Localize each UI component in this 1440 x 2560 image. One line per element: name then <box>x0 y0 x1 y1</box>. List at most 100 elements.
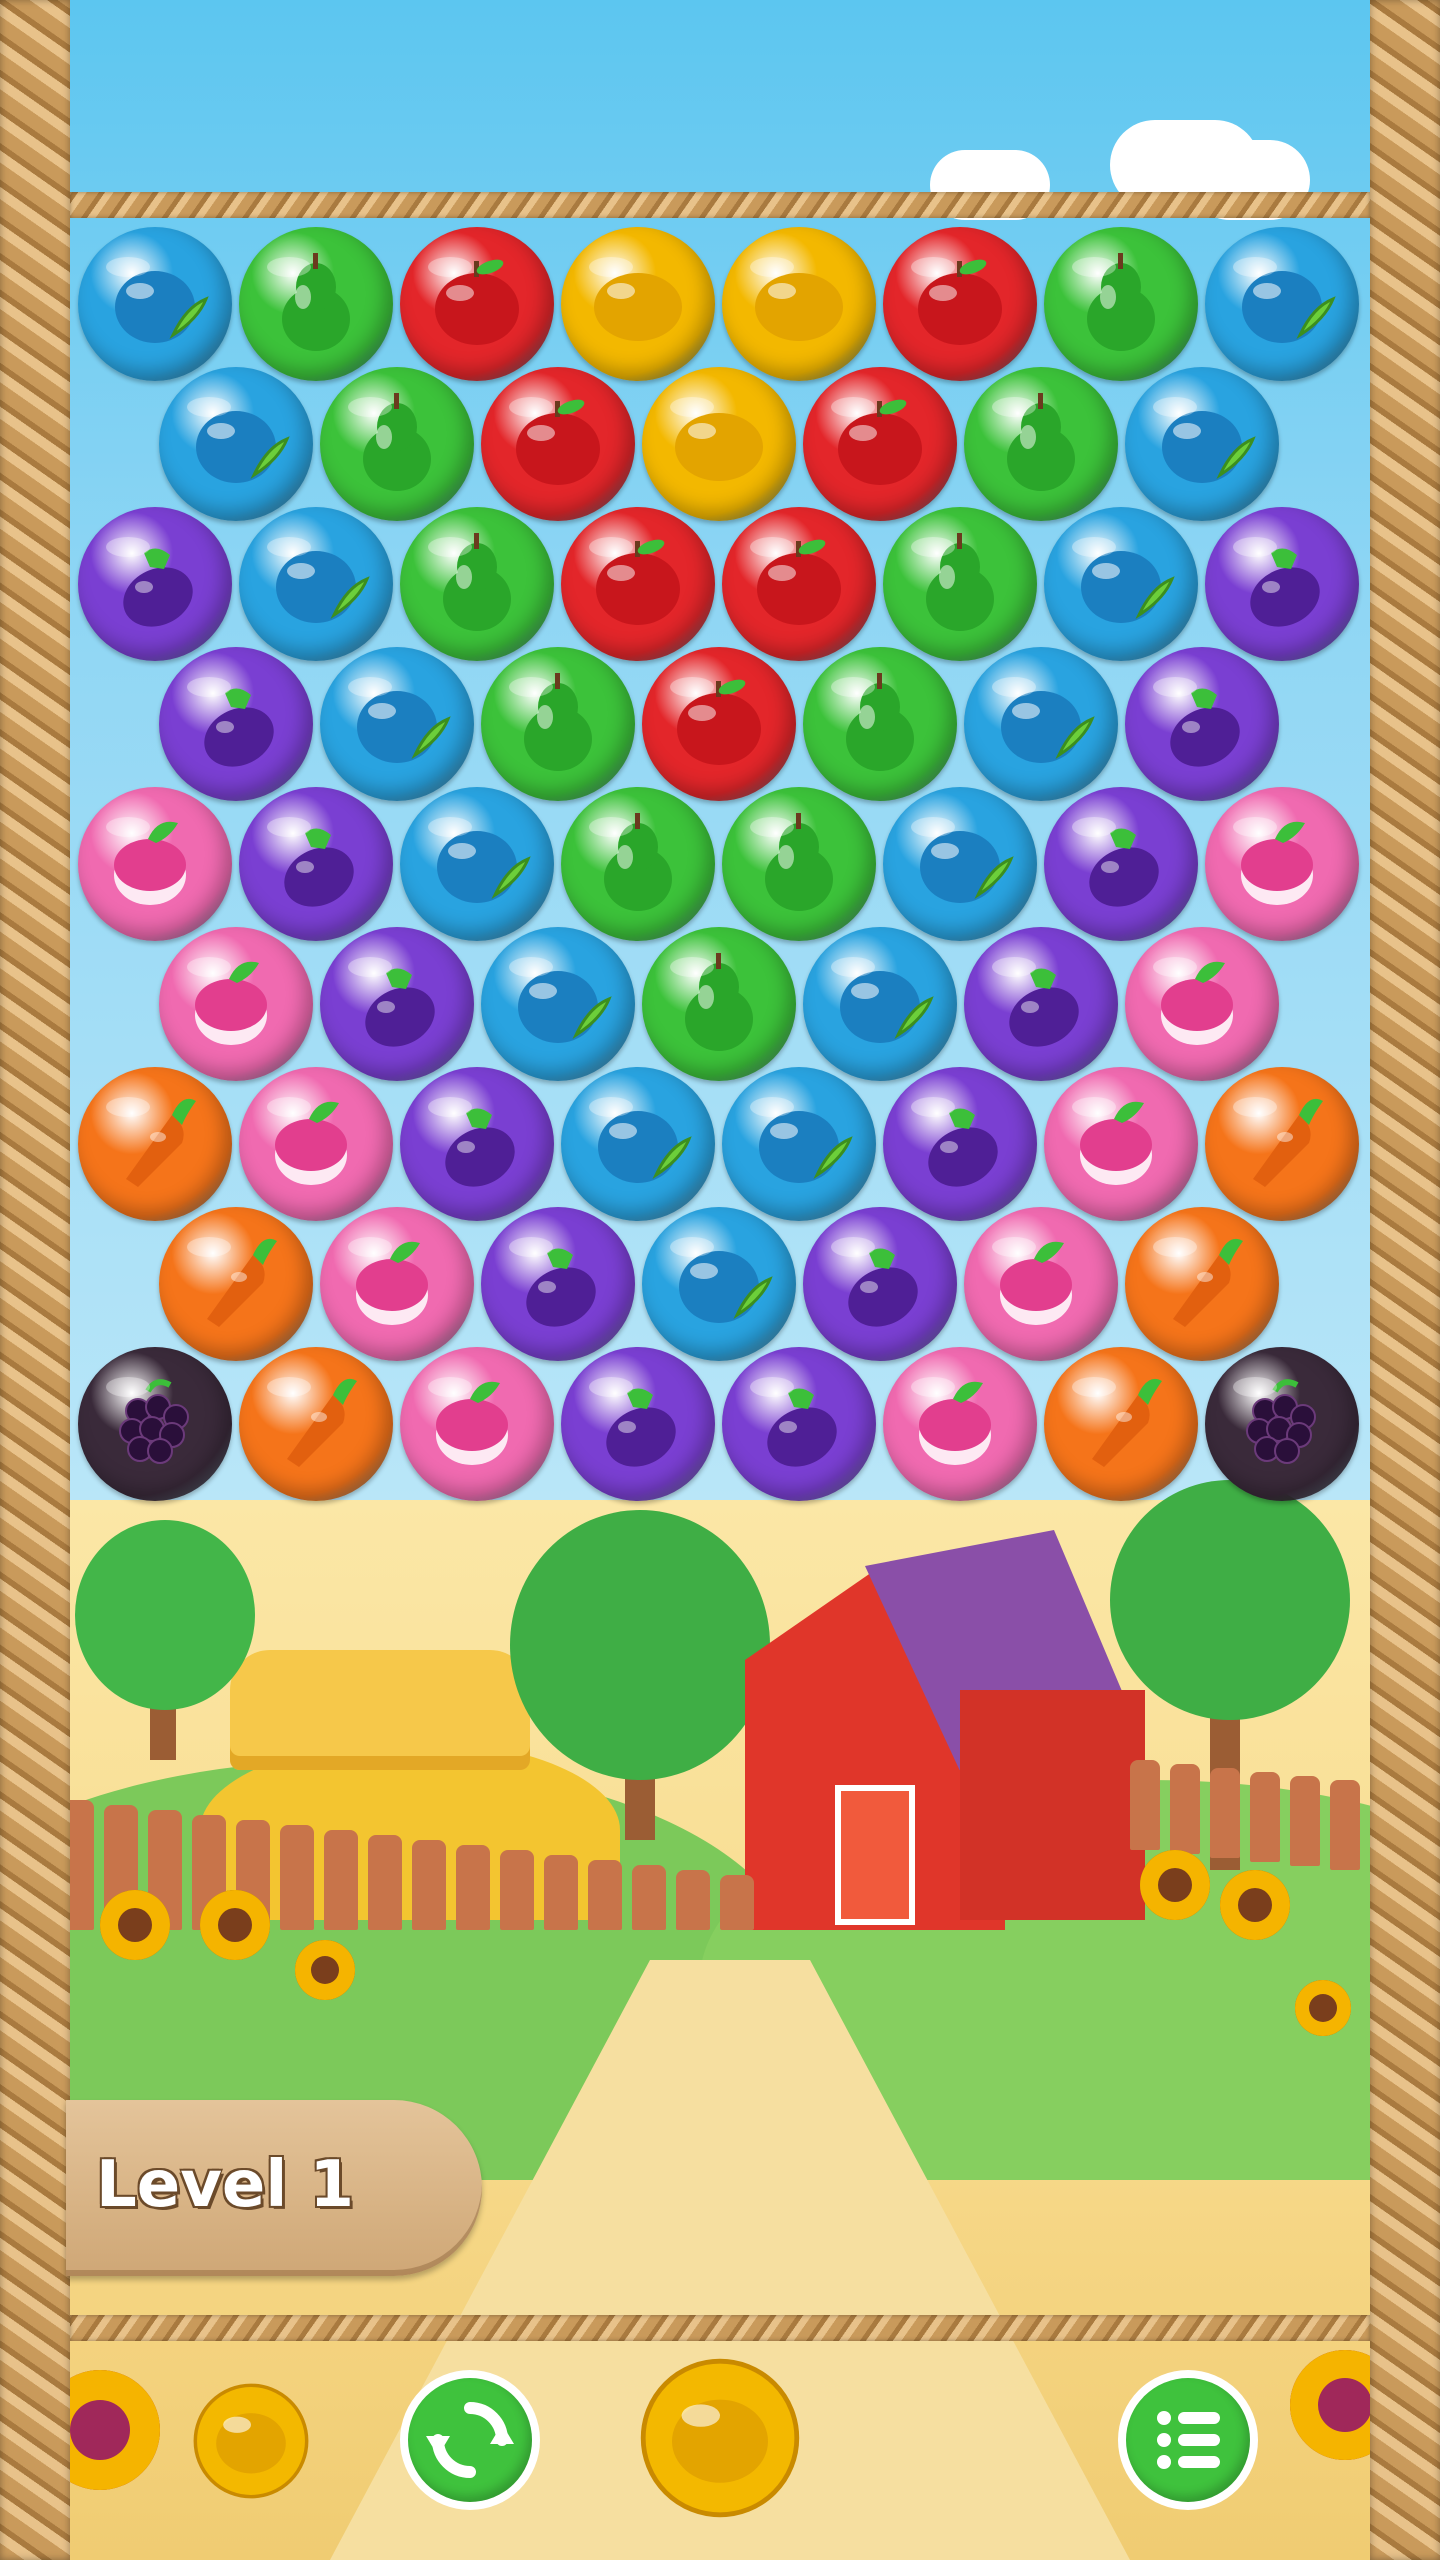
bubble <box>400 1347 554 1501</box>
pear-icon <box>347 393 431 491</box>
radish-icon <box>1233 817 1313 905</box>
bubble <box>158 367 313 521</box>
radish-icon <box>911 1377 991 1465</box>
fence <box>60 1800 800 1930</box>
lemon-icon <box>750 257 843 341</box>
apple-tree <box>1110 1480 1350 1720</box>
sunflower <box>1220 1870 1290 1940</box>
bubble <box>963 927 1118 1081</box>
bubble <box>480 647 635 801</box>
eggplant-icon <box>508 1237 596 1327</box>
lemon-icon <box>640 2358 800 2518</box>
blueberry-icon <box>991 677 1095 763</box>
bubble <box>319 367 474 521</box>
bubble <box>963 1207 1118 1361</box>
blueberry-icon <box>669 1237 773 1323</box>
pear-icon <box>589 813 672 911</box>
bubble <box>480 1207 635 1361</box>
radish-icon <box>1072 1097 1152 1185</box>
blueberry-icon <box>106 257 209 343</box>
blueberry-icon <box>508 957 612 1043</box>
carrot-icon <box>1233 1097 1323 1187</box>
bubble <box>802 927 957 1081</box>
next-bubble[interactable] <box>193 2383 309 2499</box>
eggplant-icon <box>830 1237 918 1327</box>
bubble <box>1205 507 1359 661</box>
bubble <box>1124 647 1279 801</box>
bubble <box>319 647 474 801</box>
sunflower <box>100 1890 170 1960</box>
bubble <box>239 787 393 941</box>
pear-icon <box>911 533 994 631</box>
blueberry-icon <box>911 817 1014 903</box>
bubble <box>883 507 1037 661</box>
apple-icon <box>508 397 600 485</box>
sunflower <box>200 1890 270 1960</box>
radish-icon <box>428 1377 508 1465</box>
sunflower <box>295 1940 355 2000</box>
bubble <box>78 1347 232 1501</box>
eggplant-icon <box>1233 537 1320 627</box>
eggplant-icon <box>1072 817 1159 907</box>
swap-bubble-button[interactable] <box>400 2370 540 2510</box>
bubble <box>319 1207 474 1361</box>
carrot-icon <box>106 1097 196 1187</box>
pear-icon <box>1072 253 1155 351</box>
blueberry-icon <box>830 957 934 1043</box>
carrot-icon <box>186 1237 277 1327</box>
bubble <box>722 1067 876 1221</box>
bubble <box>400 1067 554 1221</box>
bubble <box>963 367 1118 521</box>
bubble <box>158 647 313 801</box>
bubble <box>1205 1067 1359 1221</box>
bubble <box>78 507 232 661</box>
blueberry-icon <box>267 537 370 623</box>
bubble <box>1124 1207 1279 1361</box>
bubble <box>722 787 876 941</box>
pear-icon <box>508 673 592 771</box>
eggplant-icon <box>1152 677 1240 767</box>
apple-icon <box>911 257 1002 345</box>
eggplant-icon <box>186 677 274 767</box>
pear-icon <box>991 393 1075 491</box>
bubble <box>561 227 715 381</box>
bubble <box>1124 367 1279 521</box>
fruit-tree <box>510 1510 770 1780</box>
apple-icon <box>669 677 761 765</box>
carrot-icon <box>267 1377 357 1467</box>
bubble <box>1205 1347 1359 1501</box>
barn <box>745 1500 1145 1930</box>
eggplant-icon <box>106 537 193 627</box>
bubble <box>883 1347 1037 1501</box>
bubble <box>78 787 232 941</box>
bubble <box>78 227 232 381</box>
bubble <box>963 647 1118 801</box>
pear-icon <box>267 253 350 351</box>
bubble <box>1044 227 1198 381</box>
radish-icon <box>267 1097 347 1185</box>
bubble <box>883 1067 1037 1221</box>
game-stage[interactable]: Level 1 <box>0 0 1440 2560</box>
pear-icon <box>830 673 914 771</box>
eggplant-icon <box>911 1097 998 1187</box>
blueberry-icon <box>186 397 290 483</box>
bubble <box>641 927 796 1081</box>
blueberry-icon <box>428 817 531 903</box>
eggplant-icon <box>589 1377 676 1467</box>
bubble <box>561 1347 715 1501</box>
radish-icon <box>106 817 186 905</box>
tree <box>75 1520 255 1710</box>
carrot-icon <box>1152 1237 1243 1327</box>
bubble <box>561 1067 715 1221</box>
bubble <box>641 1207 796 1361</box>
bubble <box>802 1207 957 1361</box>
bubble <box>561 787 715 941</box>
current-shooter-bubble[interactable] <box>640 2358 800 2518</box>
eggplant-icon <box>428 1097 515 1187</box>
bubble <box>1044 1067 1198 1221</box>
refresh-icon <box>426 2402 514 2478</box>
blueberry-icon <box>750 1097 853 1183</box>
bubble <box>319 927 474 1081</box>
menu-button[interactable] <box>1118 2370 1258 2510</box>
radish-icon <box>347 1237 428 1325</box>
